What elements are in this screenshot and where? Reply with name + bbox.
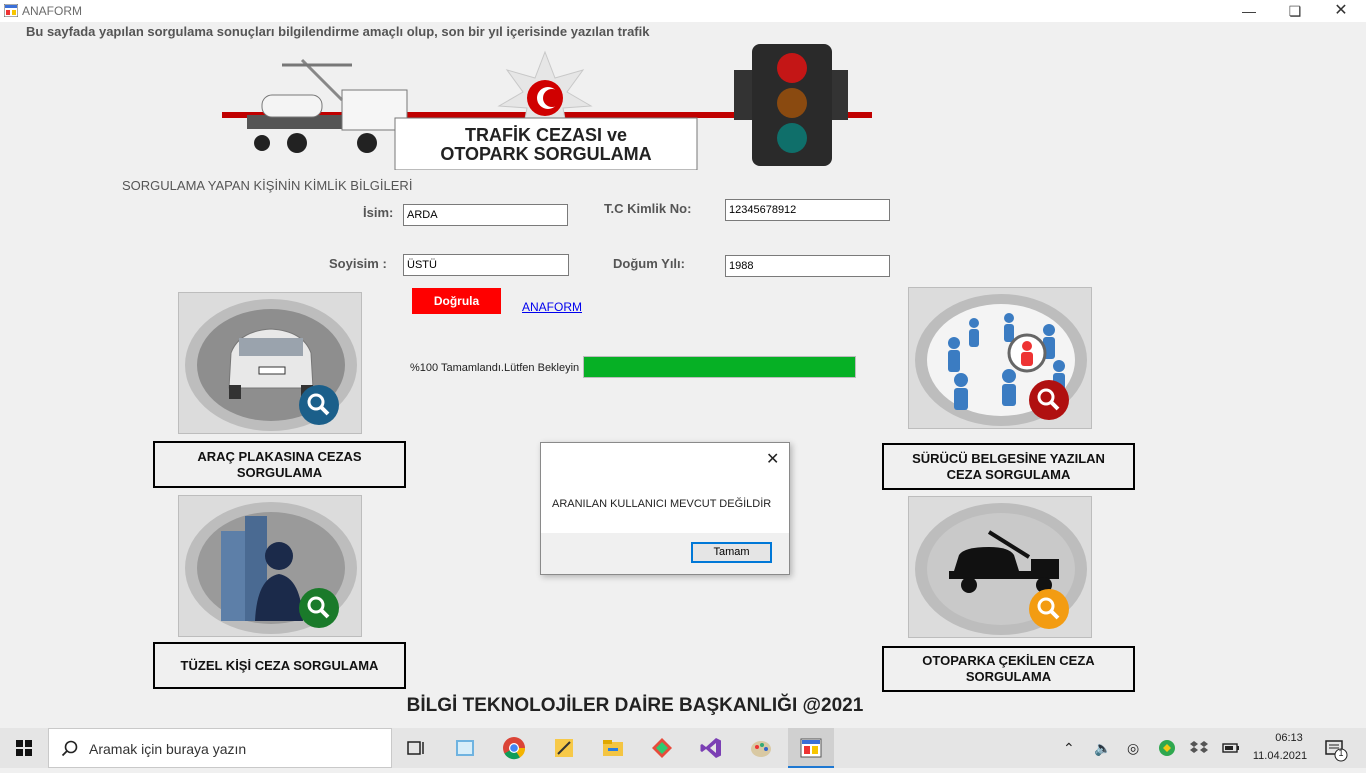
search-icon [61,740,78,757]
app-gem-icon[interactable] [650,736,674,760]
vehicle-query-caption[interactable]: ARAÇ PLAKASINA CEZAS SORGULAMA [153,441,406,488]
camera-icon[interactable]: ◎ [1127,740,1139,757]
legal-entity-query-caption[interactable]: TÜZEL KİŞİ CEZA SORGULAMA [153,642,406,689]
tow-truck-image [247,58,408,153]
notification-count: 1 [1338,748,1344,758]
verify-button[interactable]: Doğrula [412,288,501,314]
visual-studio-icon[interactable] [699,736,723,760]
traffic-light-image [734,44,848,166]
progress-bar [583,356,856,378]
banner-graphic: TRAFİK CEZASI ve OTOPARK SORGULAMA [222,44,872,171]
task-view-icon[interactable] [404,736,428,760]
dialog-message: ARANILAN KULLANICI MEVCUT DEĞİLDİR [552,498,772,510]
security-icon[interactable] [1158,739,1176,757]
banner: TRAFİK CEZASI ve OTOPARK SORGULAMA [222,40,872,171]
surname-field[interactable]: ÜSTÜ [403,254,569,276]
taskbar-search-box[interactable]: Aramak için buraya yazın [48,728,392,768]
business-person-icon [185,502,357,634]
license-query-tile[interactable] [908,287,1092,429]
message-dialog: ✕ ARANILAN KULLANICI MEVCUT DEĞİLDİR Tam… [540,442,790,575]
minimize-button[interactable]: — [1226,0,1272,22]
dropbox-icon[interactable] [1190,740,1208,756]
paint-icon[interactable] [749,736,773,760]
app-icon [4,4,18,17]
battery-icon[interactable] [1222,741,1240,755]
taskbar: Aramak için buraya yazın ⌃ 🔈 ◎ 06:13 11.… [0,728,1366,768]
anaform-app-icon [800,738,822,758]
volume-icon[interactable]: 🔈 [1094,740,1111,757]
info-text: Bu sayfada yapılan sorgulama sonuçları b… [26,24,650,39]
pen-tool-icon[interactable] [552,736,576,760]
file-explorer-icon[interactable] [601,736,625,760]
section-title: SORGULAMA YAPAN KİŞİNİN KİMLİK BİLGİLERİ [122,178,413,193]
birth-year-label: Doğum Yılı: [613,256,685,271]
license-query-caption[interactable]: SÜRÜCÜ BELGESİNE YAZILAN CEZA SORGULAMA [882,443,1135,490]
clock-time[interactable]: 06:13 [1264,732,1314,744]
anaform-link[interactable]: ANAFORM [522,300,582,314]
dialog-close-icon[interactable]: ✕ [766,449,779,469]
name-field[interactable]: ARDA [403,204,568,226]
legal-entity-query-tile[interactable] [178,495,362,637]
birth-year-field[interactable]: 1988 [725,255,890,277]
clock-date[interactable]: 11.04.2021 [1250,750,1310,762]
people-search-icon [915,294,1087,426]
chrome-icon[interactable] [502,736,526,760]
car-icon [185,299,357,431]
chevron-up-icon[interactable]: ⌃ [1063,740,1075,757]
progress-fill [584,357,855,377]
windows-start-icon[interactable] [0,728,48,768]
banner-line1: TRAFİK CEZASI ve [465,125,627,145]
ok-button[interactable]: Tamam [691,542,772,563]
name-label: İsim: [363,205,394,220]
window-title: ANAFORM [22,4,82,18]
tc-field[interactable]: 12345678912 [725,199,890,221]
close-button[interactable]: ✕ [1318,0,1364,22]
title-bar: ANAFORM — ❏ ✕ [0,0,1366,22]
maximize-button[interactable]: ❏ [1272,0,1318,22]
tow-truck-icon [915,503,1087,635]
surname-label: Soyisim : [329,256,387,271]
anaform-taskbar-button[interactable] [788,728,834,768]
notepad-icon[interactable] [453,736,477,760]
vehicle-query-tile[interactable] [178,292,362,434]
dialog-body [541,443,789,533]
towed-vehicle-query-caption[interactable]: OTOPARKA ÇEKİLEN CEZA SORGULAMA [882,646,1135,692]
tc-label: T.C Kimlik No: [604,201,692,216]
progress-label: %100 Tamamlandı.Lütfen Bekleyin [410,362,580,374]
towed-vehicle-query-tile[interactable] [908,496,1092,638]
footer-text: BİLGİ TEKNOLOJİLER DAİRE BAŞKANLIĞI @202… [406,695,864,716]
banner-line2: OTOPARK SORGULAMA [440,144,651,164]
search-placeholder: Aramak için buraya yazın [89,741,247,757]
